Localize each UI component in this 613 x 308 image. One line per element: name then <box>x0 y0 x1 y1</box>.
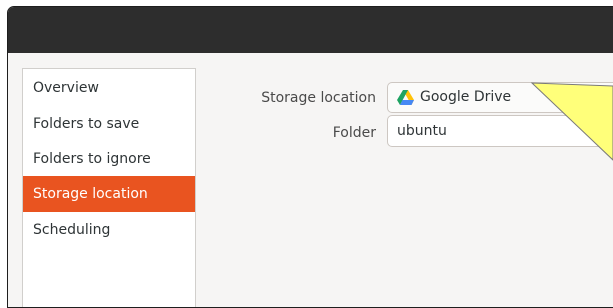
google-drive-icon <box>397 90 414 105</box>
storage-location-value: Google Drive <box>420 89 512 105</box>
storage-location-label: Storage location <box>261 90 376 106</box>
storage-location-dropdown[interactable]: Google Drive <box>387 82 613 113</box>
sidebar-item-folders-to-save[interactable]: Folders to save <box>23 106 195 142</box>
sidebar-item-scheduling[interactable]: Scheduling <box>23 212 195 248</box>
sidebar-item-storage-location[interactable]: Storage location <box>23 176 195 212</box>
title-bar[interactable] <box>8 7 613 53</box>
sidebar-item-overview[interactable]: Overview <box>23 70 195 106</box>
preferences-sidebar: Overview Folders to save Folders to igno… <box>22 68 196 307</box>
window-content: Overview Folders to save Folders to igno… <box>8 53 613 307</box>
folder-label: Folder <box>332 125 376 141</box>
app-window: Overview Folders to save Folders to igno… <box>7 6 613 308</box>
sidebar-item-folders-to-ignore[interactable]: Folders to ignore <box>23 141 195 177</box>
folder-input[interactable] <box>387 115 613 147</box>
